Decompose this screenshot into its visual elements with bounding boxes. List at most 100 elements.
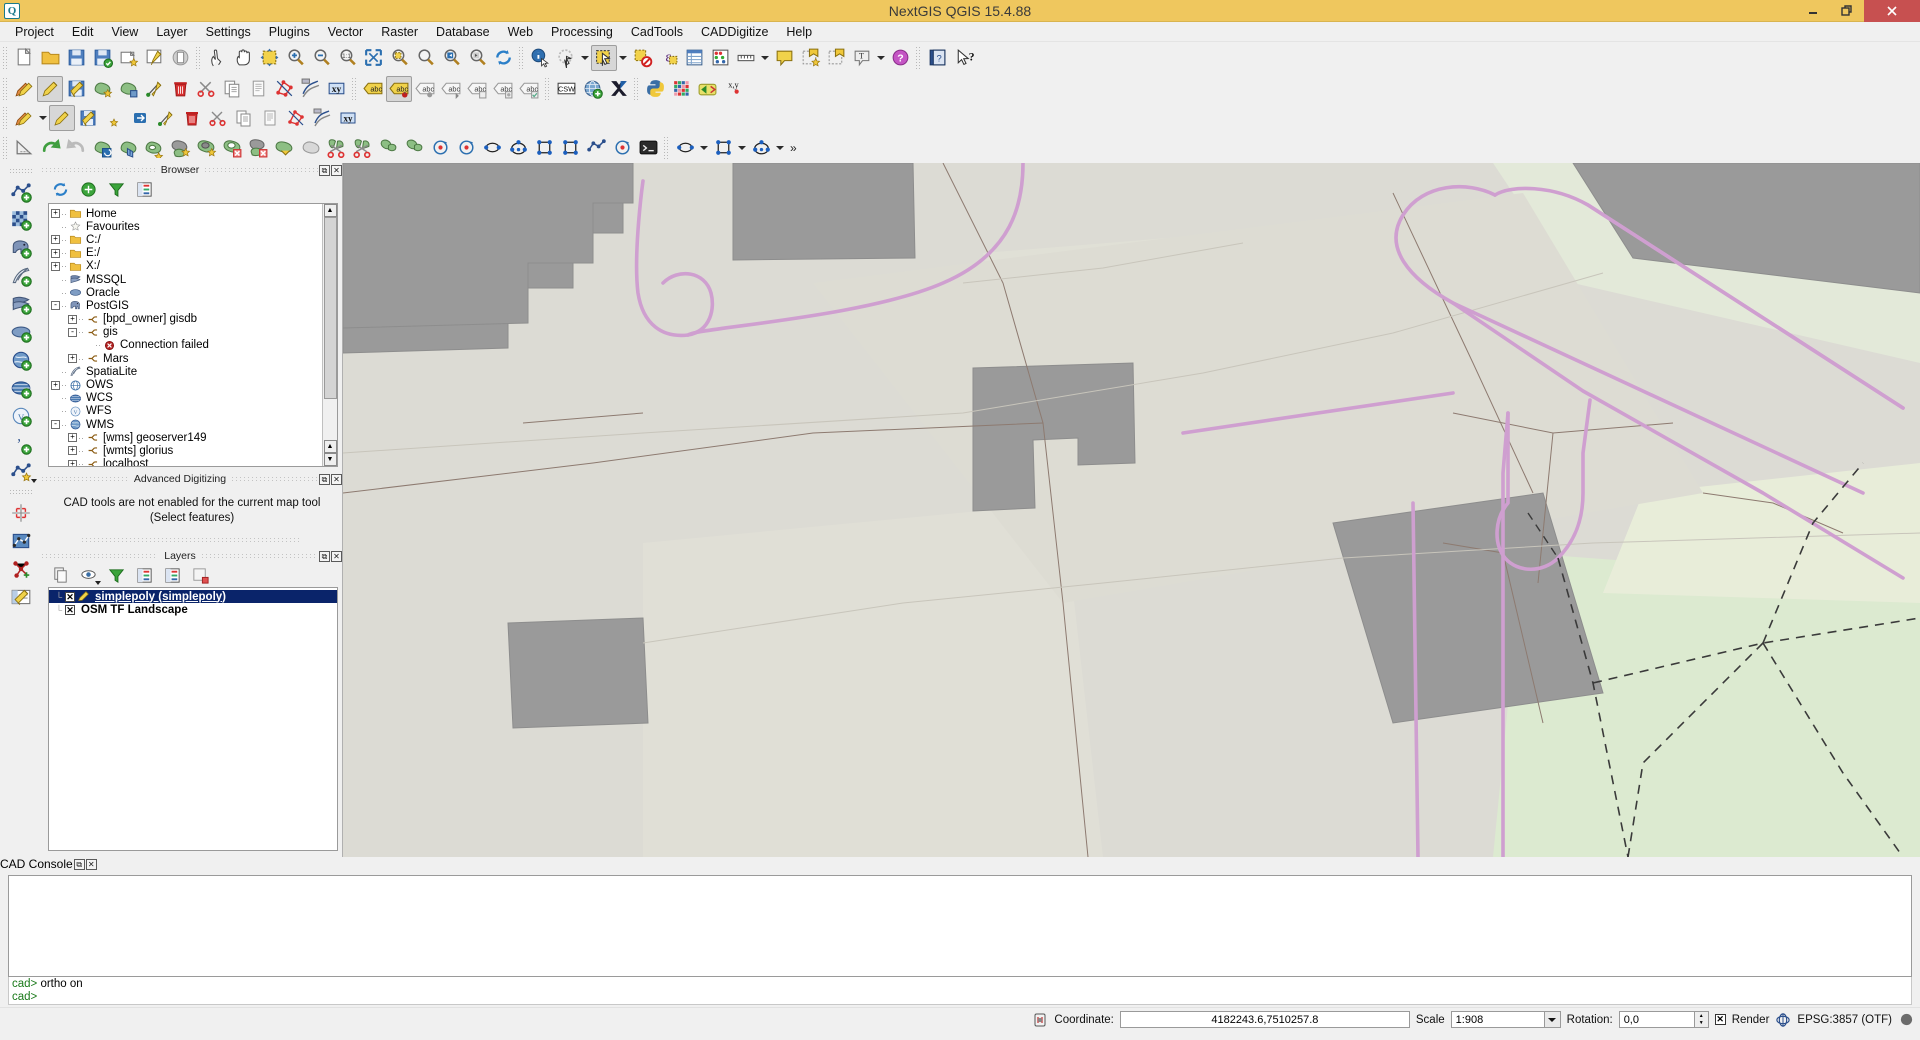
- layers-float-button[interactable]: ⧉: [319, 551, 330, 562]
- layer-row-simplepoly[interactable]: └ ✕ simplepoly (simplepoly): [49, 590, 337, 603]
- chevron-down-icon[interactable]: [1544, 1012, 1560, 1027]
- layers-list[interactable]: └ ✕ simplepoly (simplepoly) └ ✕ OSM TF L…: [48, 587, 338, 851]
- browser-tree-item[interactable]: +··[wmts] glorius: [51, 444, 322, 457]
- expand-icon[interactable]: +: [51, 249, 60, 258]
- digitize-rect-icon[interactable]: [531, 135, 557, 161]
- rotate-point-symbols-icon[interactable]: [427, 135, 453, 161]
- pan-map-icon[interactable]: [230, 45, 256, 71]
- map-tips-icon[interactable]: [771, 45, 797, 71]
- browser-tree-item[interactable]: ··Favourites: [51, 220, 322, 233]
- merge-attributes-icon[interactable]: [401, 135, 427, 161]
- geometry-editor-icon[interactable]: [7, 527, 35, 555]
- panel-grip[interactable]: [232, 476, 318, 482]
- digitize-line-icon[interactable]: [583, 135, 609, 161]
- split-features-icon[interactable]: [323, 135, 349, 161]
- zoom-in-icon[interactable]: [282, 45, 308, 71]
- manage-layer-visibility-icon[interactable]: [78, 565, 98, 585]
- maximize-button[interactable]: [1830, 0, 1864, 22]
- filter-legend-icon[interactable]: [106, 565, 126, 585]
- cad-circle-tool-icon[interactable]: [672, 135, 698, 161]
- chevron-down-icon[interactable]: [698, 135, 710, 161]
- zoom-last-icon[interactable]: [438, 45, 464, 71]
- deselect-features-icon[interactable]: [629, 45, 655, 71]
- menu-cadtools[interactable]: CadTools: [622, 23, 692, 41]
- digitize-point-icon[interactable]: [609, 135, 635, 161]
- add-wcs-layer-icon[interactable]: [7, 374, 35, 402]
- menu-raster[interactable]: Raster: [372, 23, 427, 41]
- toggle-editing-icon[interactable]: [37, 76, 63, 102]
- browser-tree-item[interactable]: -··PostGIS: [51, 299, 322, 312]
- menu-settings[interactable]: Settings: [197, 23, 260, 41]
- collapse-all-icon[interactable]: [134, 179, 154, 199]
- refresh-icon[interactable]: [490, 45, 516, 71]
- menu-view[interactable]: View: [102, 23, 147, 41]
- menu-plugins[interactable]: Plugins: [260, 23, 319, 41]
- zoom-out-icon[interactable]: [308, 45, 334, 71]
- expand-icon[interactable]: +: [51, 209, 60, 218]
- add-wms-layer-icon[interactable]: [7, 346, 35, 374]
- scroll-thumb[interactable]: [324, 217, 337, 399]
- raster-grid-icon[interactable]: [668, 76, 694, 102]
- toolbar-grip[interactable]: [10, 489, 32, 496]
- toolbar-grip[interactable]: [195, 47, 202, 69]
- select-by-expression-icon[interactable]: ε: [655, 45, 681, 71]
- rotation-spinbox[interactable]: 0,0 ▲ ▼: [1619, 1011, 1709, 1028]
- browser-tree-item[interactable]: +··[bpd_owner] gisdb: [51, 313, 322, 326]
- browser-tree-item[interactable]: +··Mars: [51, 352, 322, 365]
- cad-save-edits-icon[interactable]: [75, 105, 101, 131]
- node-network-icon[interactable]: [7, 555, 35, 583]
- add-mssql-layer-icon[interactable]: [7, 290, 35, 318]
- menu-processing[interactable]: Processing: [542, 23, 622, 41]
- toolbar-grip[interactable]: [351, 78, 358, 100]
- fill-ring-icon[interactable]: [193, 135, 219, 161]
- chevron-down-icon[interactable]: [774, 135, 786, 161]
- add-wfs-layer-icon[interactable]: V: [7, 402, 35, 430]
- select-features-icon[interactable]: [591, 45, 617, 71]
- label-icon[interactable]: abc: [360, 76, 386, 102]
- delete-part-icon[interactable]: [245, 135, 271, 161]
- new-project-icon[interactable]: [11, 45, 37, 71]
- touch-zoom-icon[interactable]: [204, 45, 230, 71]
- toolbar-grip[interactable]: [2, 78, 9, 100]
- cad-ruler-icon[interactable]: [11, 135, 37, 161]
- cad-console-float-button[interactable]: ⧉: [74, 859, 85, 870]
- panel-grip[interactable]: [42, 167, 155, 173]
- log-messages-icon[interactable]: [1898, 1012, 1914, 1028]
- browser-tree-item[interactable]: +··E:/: [51, 247, 322, 260]
- offset-curve-poly-icon[interactable]: [297, 135, 323, 161]
- expand-icon[interactable]: +: [68, 315, 77, 324]
- toolbar-grip[interactable]: [518, 47, 525, 69]
- add-vector-layer-icon[interactable]: [7, 178, 35, 206]
- spin-down-icon[interactable]: ▼: [1694, 1020, 1708, 1028]
- crs-icon[interactable]: [1775, 1012, 1791, 1028]
- expand-icon[interactable]: +: [68, 354, 77, 363]
- render-checkbox[interactable]: ✕: [1715, 1014, 1726, 1025]
- collapse-icon[interactable]: -: [51, 420, 60, 429]
- chevron-down-icon[interactable]: [31, 479, 37, 483]
- scroll-down-button[interactable]: ▼: [324, 453, 337, 466]
- digitize-arc-icon[interactable]: [505, 135, 531, 161]
- remove-layer-icon[interactable]: [190, 565, 210, 585]
- new-vector-layer-icon[interactable]: [7, 458, 35, 486]
- layer-visibility-checkbox[interactable]: ✕: [65, 592, 75, 602]
- reshape-features-icon[interactable]: [271, 135, 297, 161]
- add-part-poly-icon[interactable]: [167, 135, 193, 161]
- close-button[interactable]: [1864, 0, 1920, 22]
- menu-project[interactable]: Project: [6, 23, 63, 41]
- add-delimited-text-layer-icon[interactable]: ’: [7, 430, 35, 458]
- chevron-down-icon[interactable]: [37, 105, 49, 131]
- cad-console-input[interactable]: cad> ortho on cad>: [8, 977, 1912, 1005]
- change-label-icon[interactable]: abc: [490, 76, 516, 102]
- minimize-button[interactable]: [1796, 0, 1830, 22]
- expand-all-layers-icon[interactable]: [134, 565, 154, 585]
- csw-icon[interactable]: CSW: [553, 76, 579, 102]
- crs-label[interactable]: EPSG:3857 (OTF): [1797, 1014, 1892, 1026]
- browser-tree[interactable]: +··Home··Favourites+··C:/+··E:/+··X:/··M…: [49, 204, 322, 466]
- menu-edit[interactable]: Edit: [63, 23, 103, 41]
- cad-arc-tool-icon[interactable]: [748, 135, 774, 161]
- offset-point-symbol-icon[interactable]: [453, 135, 479, 161]
- cad-move-feature-icon[interactable]: [127, 105, 153, 131]
- undo-icon[interactable]: [37, 135, 63, 161]
- save-project-as-icon[interactable]: [89, 45, 115, 71]
- browser-tree-item[interactable]: -··WMS: [51, 418, 322, 431]
